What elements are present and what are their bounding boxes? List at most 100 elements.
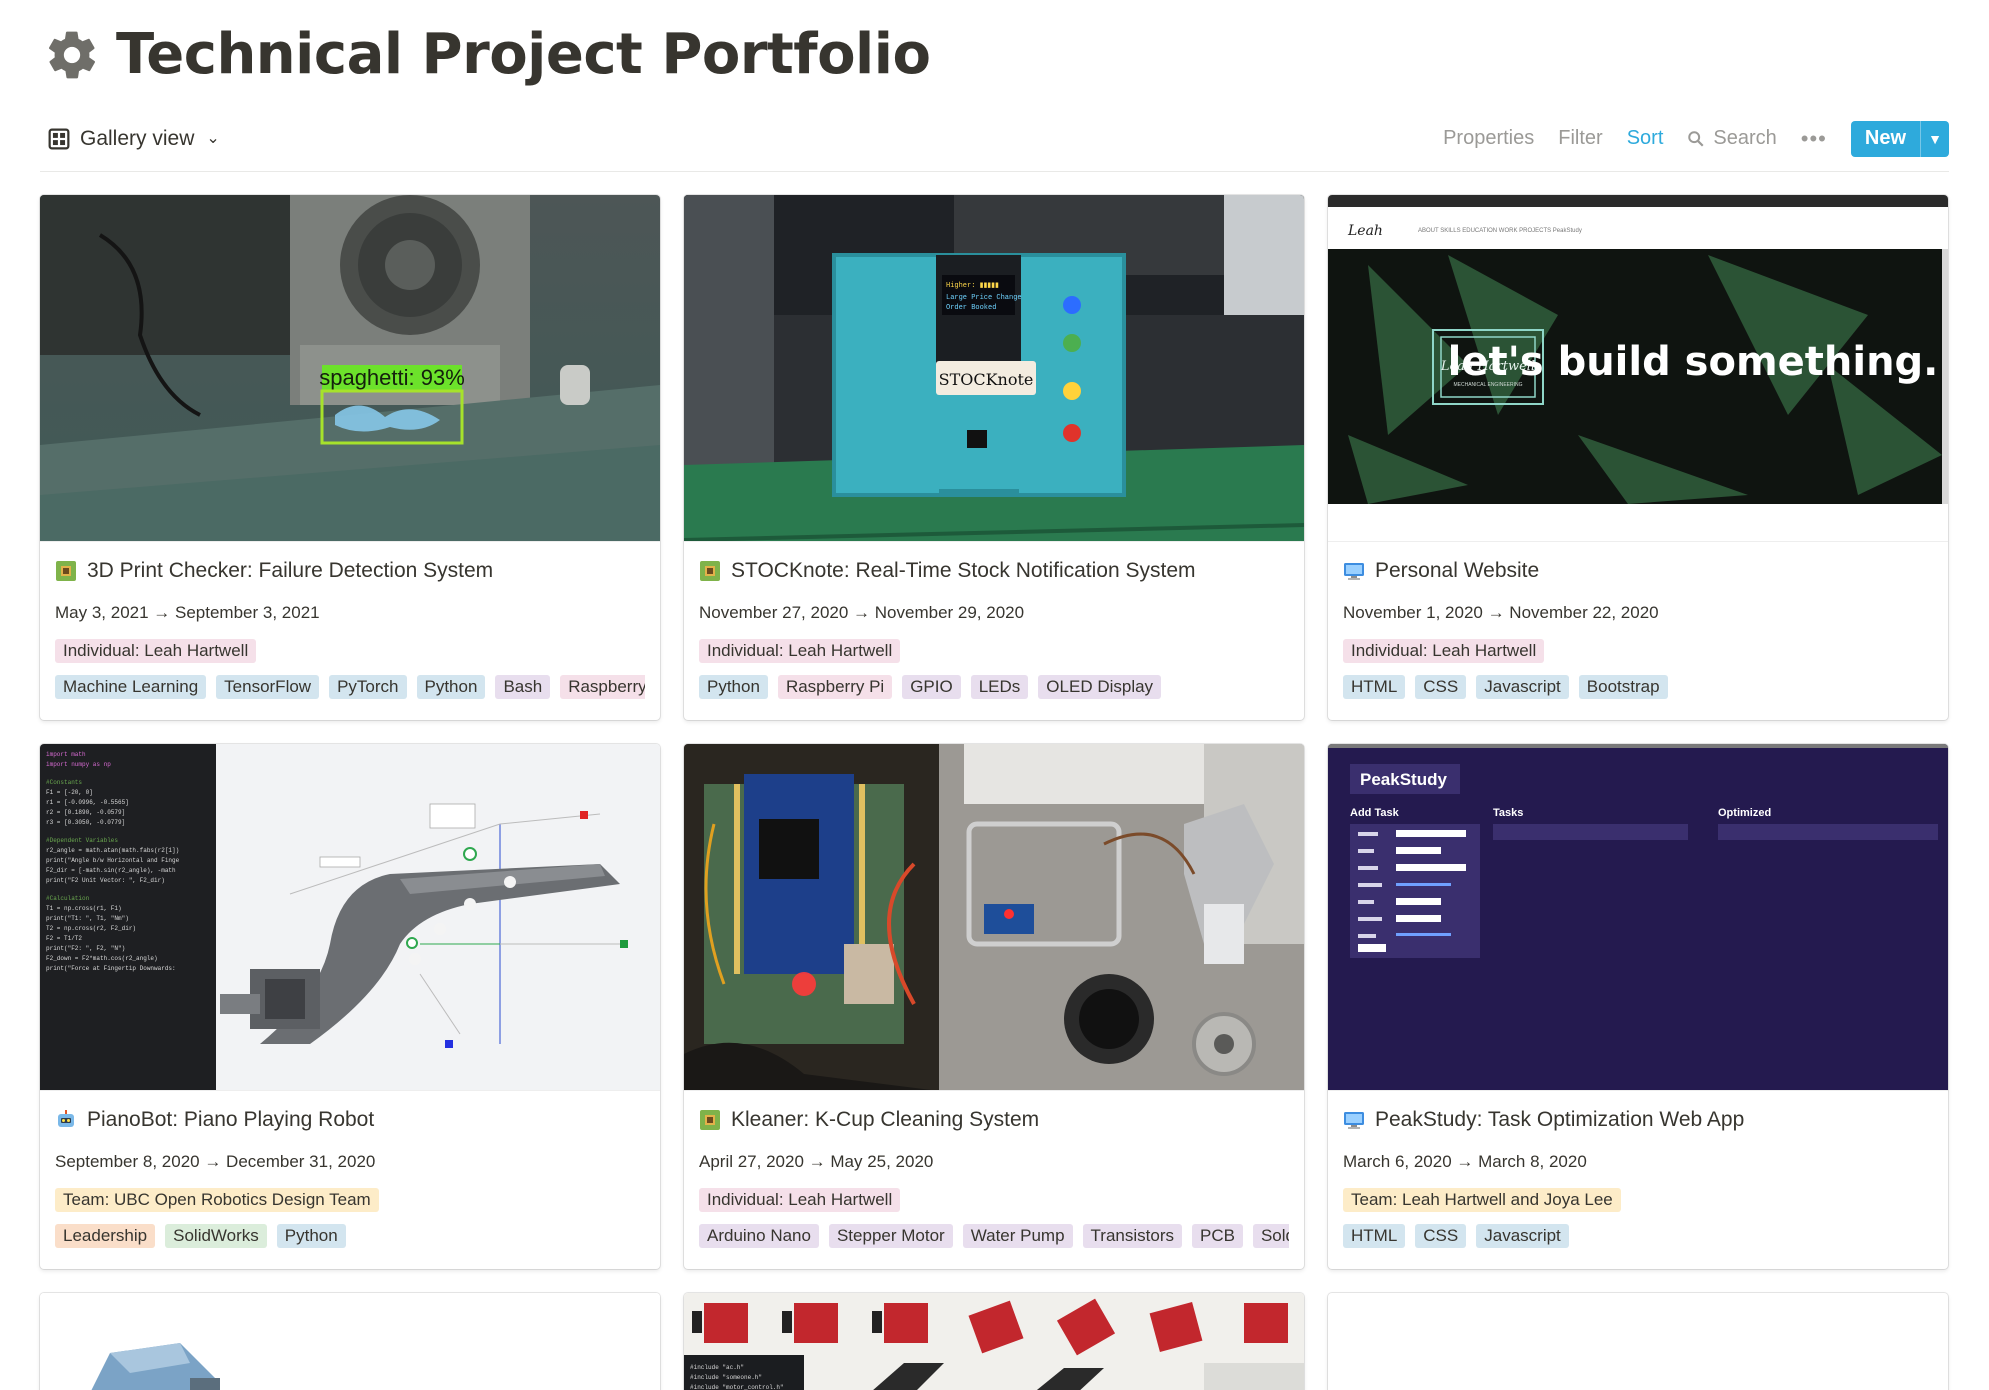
svg-text:Leah: Leah	[1347, 223, 1383, 239]
new-dropdown-chevron-icon[interactable]: ▼	[1921, 121, 1949, 157]
svg-text:T2 = np.cross(r2, F2_dir): T2 = np.cross(r2, F2_dir)	[46, 925, 136, 932]
skill-tag: Leadership	[55, 1224, 156, 1248]
skill-tag: Python	[699, 675, 768, 699]
search-icon	[1688, 130, 1704, 147]
stocknote-sticker-label: STOCKnote	[939, 370, 1034, 389]
skill-tag: SolidWorks	[165, 1224, 267, 1248]
detection-label: spaghetti: 93%	[319, 365, 465, 390]
team-tag: Individual: Leah Hartwell	[699, 639, 901, 663]
card-cover-image: #include "ac.h" #include "someone.h" #in…	[684, 1293, 1304, 1390]
card-dates: March 6, 2020 → March 8, 2020	[1343, 1152, 1587, 1171]
skill-tag: OLED Display	[1038, 675, 1162, 699]
skill-tag: Stepper Motor	[828, 1224, 953, 1248]
card-cover-image	[684, 744, 1304, 1091]
more-options-button[interactable]: •••	[1801, 126, 1827, 152]
team-tag: Individual: Leah Hartwell	[699, 1188, 901, 1212]
view-switcher[interactable]: Gallery view ⌄	[40, 127, 220, 151]
card-dates: November 27, 2020 → November 29, 2020	[699, 603, 1025, 622]
website-hero-text: let's build something.	[1448, 339, 1939, 385]
gallery-card[interactable]: Leah ABOUT SKILLS EDUCATION WORK PROJECT…	[1328, 195, 1948, 720]
svg-text:print("Angle b/w Horizontal an: print("Angle b/w Horizontal and Finge	[46, 857, 180, 864]
kleaner-photo	[684, 744, 1304, 1090]
filter-button[interactable]: Filter	[1558, 127, 1602, 150]
skill-tag: CSS	[1415, 1224, 1467, 1248]
skill-tag: Bootstrap	[1578, 675, 1668, 699]
circuit-board-icon	[56, 561, 76, 581]
skill-tag: Machine Learning	[55, 675, 207, 699]
card-title: 3D Print Checker: Failure Detection Syst…	[87, 559, 494, 582]
svg-text:Higher: ▮▮▮▮▮: Higher: ▮▮▮▮▮	[946, 282, 999, 290]
gallery-card[interactable]: PeakStudy Add Task Tasks Optimized PeakS…	[1328, 744, 1948, 1269]
gallery-card[interactable]: spaghetti: 93% 3D Print Checker: Failure…	[40, 195, 660, 720]
section-optimized: Optimized	[1718, 807, 1771, 819]
card-title: Personal Website	[1375, 559, 1540, 582]
view-label: Gallery view	[80, 126, 195, 150]
properties-button[interactable]: Properties	[1443, 127, 1534, 150]
svg-text:print("Force at Fingertip Down: print("Force at Fingertip Downwards:	[46, 965, 176, 972]
search-button[interactable]: Search	[1687, 127, 1777, 150]
gallery-card[interactable]	[40, 1293, 660, 1390]
svg-text:r1 = [-0.0996, -0.5565]: r1 = [-0.0996, -0.5565]	[46, 799, 129, 806]
card-dates: April 27, 2020 → May 25, 2020	[699, 1152, 934, 1171]
circuit-board-icon	[700, 1110, 720, 1130]
computer-icon	[1344, 563, 1364, 580]
card-cover-image: Higher: ▮▮▮▮▮ Large Price Change Order B…	[684, 195, 1304, 542]
gallery-card[interactable]: import math import numpy as np #Constant…	[40, 744, 660, 1269]
svg-text:r2_angle = math.atan(math.fabs: r2_angle = math.atan(math.fabs(r2[1])	[46, 847, 179, 854]
new-button-group: New ▼	[1850, 120, 1949, 157]
skill-tag: PCB	[1192, 1224, 1243, 1248]
svg-text:print("F2: ", F2, "N"): print("F2: ", F2, "N")	[46, 945, 125, 952]
website-nav-links: ABOUT SKILLS EDUCATION WORK PROJECTS Pea…	[1418, 228, 1582, 234]
svg-text:F2_down = F2*math.cos(r2_angle: F2_down = F2*math.cos(r2_angle)	[46, 955, 158, 962]
peakstudy-app-name: PeakStudy	[1360, 770, 1447, 789]
card-cover-image: import math import numpy as np #Constant…	[40, 744, 660, 1091]
gallery-grid-icon	[48, 128, 70, 149]
skill-tag: PyTorch	[329, 675, 407, 699]
stocknote-photo: Higher: ▮▮▮▮▮ Large Price Change Order B…	[684, 195, 1304, 541]
svg-text:r2 = [0.1890, -0.0579]: r2 = [0.1890, -0.0579]	[46, 809, 125, 816]
svg-text:#include "motor_control.h": #include "motor_control.h"	[690, 1384, 784, 1390]
card-title: PianoBot: Piano Playing Robot	[87, 1108, 375, 1131]
gallery-card[interactable]: Higher: ▮▮▮▮▮ Large Price Change Order B…	[684, 195, 1304, 720]
svg-text:#include "someone.h": #include "someone.h"	[690, 1374, 762, 1381]
skill-tag: Transistors	[1082, 1224, 1182, 1248]
svg-text:Order Booked: Order Booked	[946, 304, 996, 312]
skill-tag: HTML	[1343, 1224, 1406, 1248]
skill-tag: LEDs	[970, 675, 1029, 699]
print-checker-photo: spaghetti: 93%	[40, 195, 660, 541]
section-tasks: Tasks	[1493, 807, 1523, 819]
skill-tag: Javascript	[1476, 675, 1569, 699]
card-cover-image: spaghetti: 93%	[40, 195, 660, 542]
skill-tag: Raspberry Pi	[560, 675, 645, 699]
skill-tag: Bash	[495, 675, 551, 699]
svg-text:F1 = [-20, 0]: F1 = [-20, 0]	[46, 789, 93, 796]
pianobot-cad-image: import math import numpy as np #Constant…	[40, 744, 660, 1090]
page-title: Technical Project Portfolio	[116, 22, 931, 87]
card-title: PeakStudy: Task Optimization Web App	[1375, 1108, 1745, 1131]
card-dates: May 3, 2021 → September 3, 2021	[55, 603, 320, 622]
svg-text:Large Price Change: Large Price Change	[946, 294, 1022, 302]
svg-text:F2_dir = [-math.sin(r2_angle),: F2_dir = [-math.sin(r2_angle), -math	[46, 867, 176, 874]
svg-text:import numpy as np: import numpy as np	[46, 761, 111, 768]
svg-text:import math: import math	[46, 751, 86, 758]
team-tag: Team: UBC Open Robotics Design Team	[55, 1188, 379, 1212]
skill-tag: HTML	[1343, 675, 1406, 699]
circuit-board-icon	[700, 561, 720, 581]
search-label: Search	[1713, 127, 1777, 149]
chevron-down-icon: ⌄	[206, 129, 220, 147]
skill-tag: Python	[416, 675, 486, 699]
svg-text:print("F2 Unit Vector: ", F2_d: print("F2 Unit Vector: ", F2_dir)	[46, 877, 165, 884]
computer-icon	[1344, 1112, 1364, 1129]
gallery-card[interactable]: Kleaner: K-Cup Cleaning System April 27,…	[684, 744, 1304, 1269]
svg-text:r3 = [0.3050, -0.0779]: r3 = [0.3050, -0.0779]	[46, 819, 125, 826]
gallery-card[interactable]: #include "ac.h" #include "someone.h" #in…	[684, 1293, 1304, 1390]
card-title: Kleaner: K-Cup Cleaning System	[731, 1108, 1040, 1131]
skill-tag: Arduino Nano	[699, 1224, 819, 1248]
page-header: Technical Project Portfolio	[44, 22, 931, 87]
gallery-card[interactable]	[1328, 1293, 1948, 1390]
new-button[interactable]: New	[1851, 120, 1921, 157]
skill-tag: Water Pump	[962, 1224, 1073, 1248]
card-cover-image	[40, 1293, 660, 1390]
sort-button[interactable]: Sort	[1627, 127, 1664, 150]
card-dates: November 1, 2020 → November 22, 2020	[1343, 603, 1659, 622]
